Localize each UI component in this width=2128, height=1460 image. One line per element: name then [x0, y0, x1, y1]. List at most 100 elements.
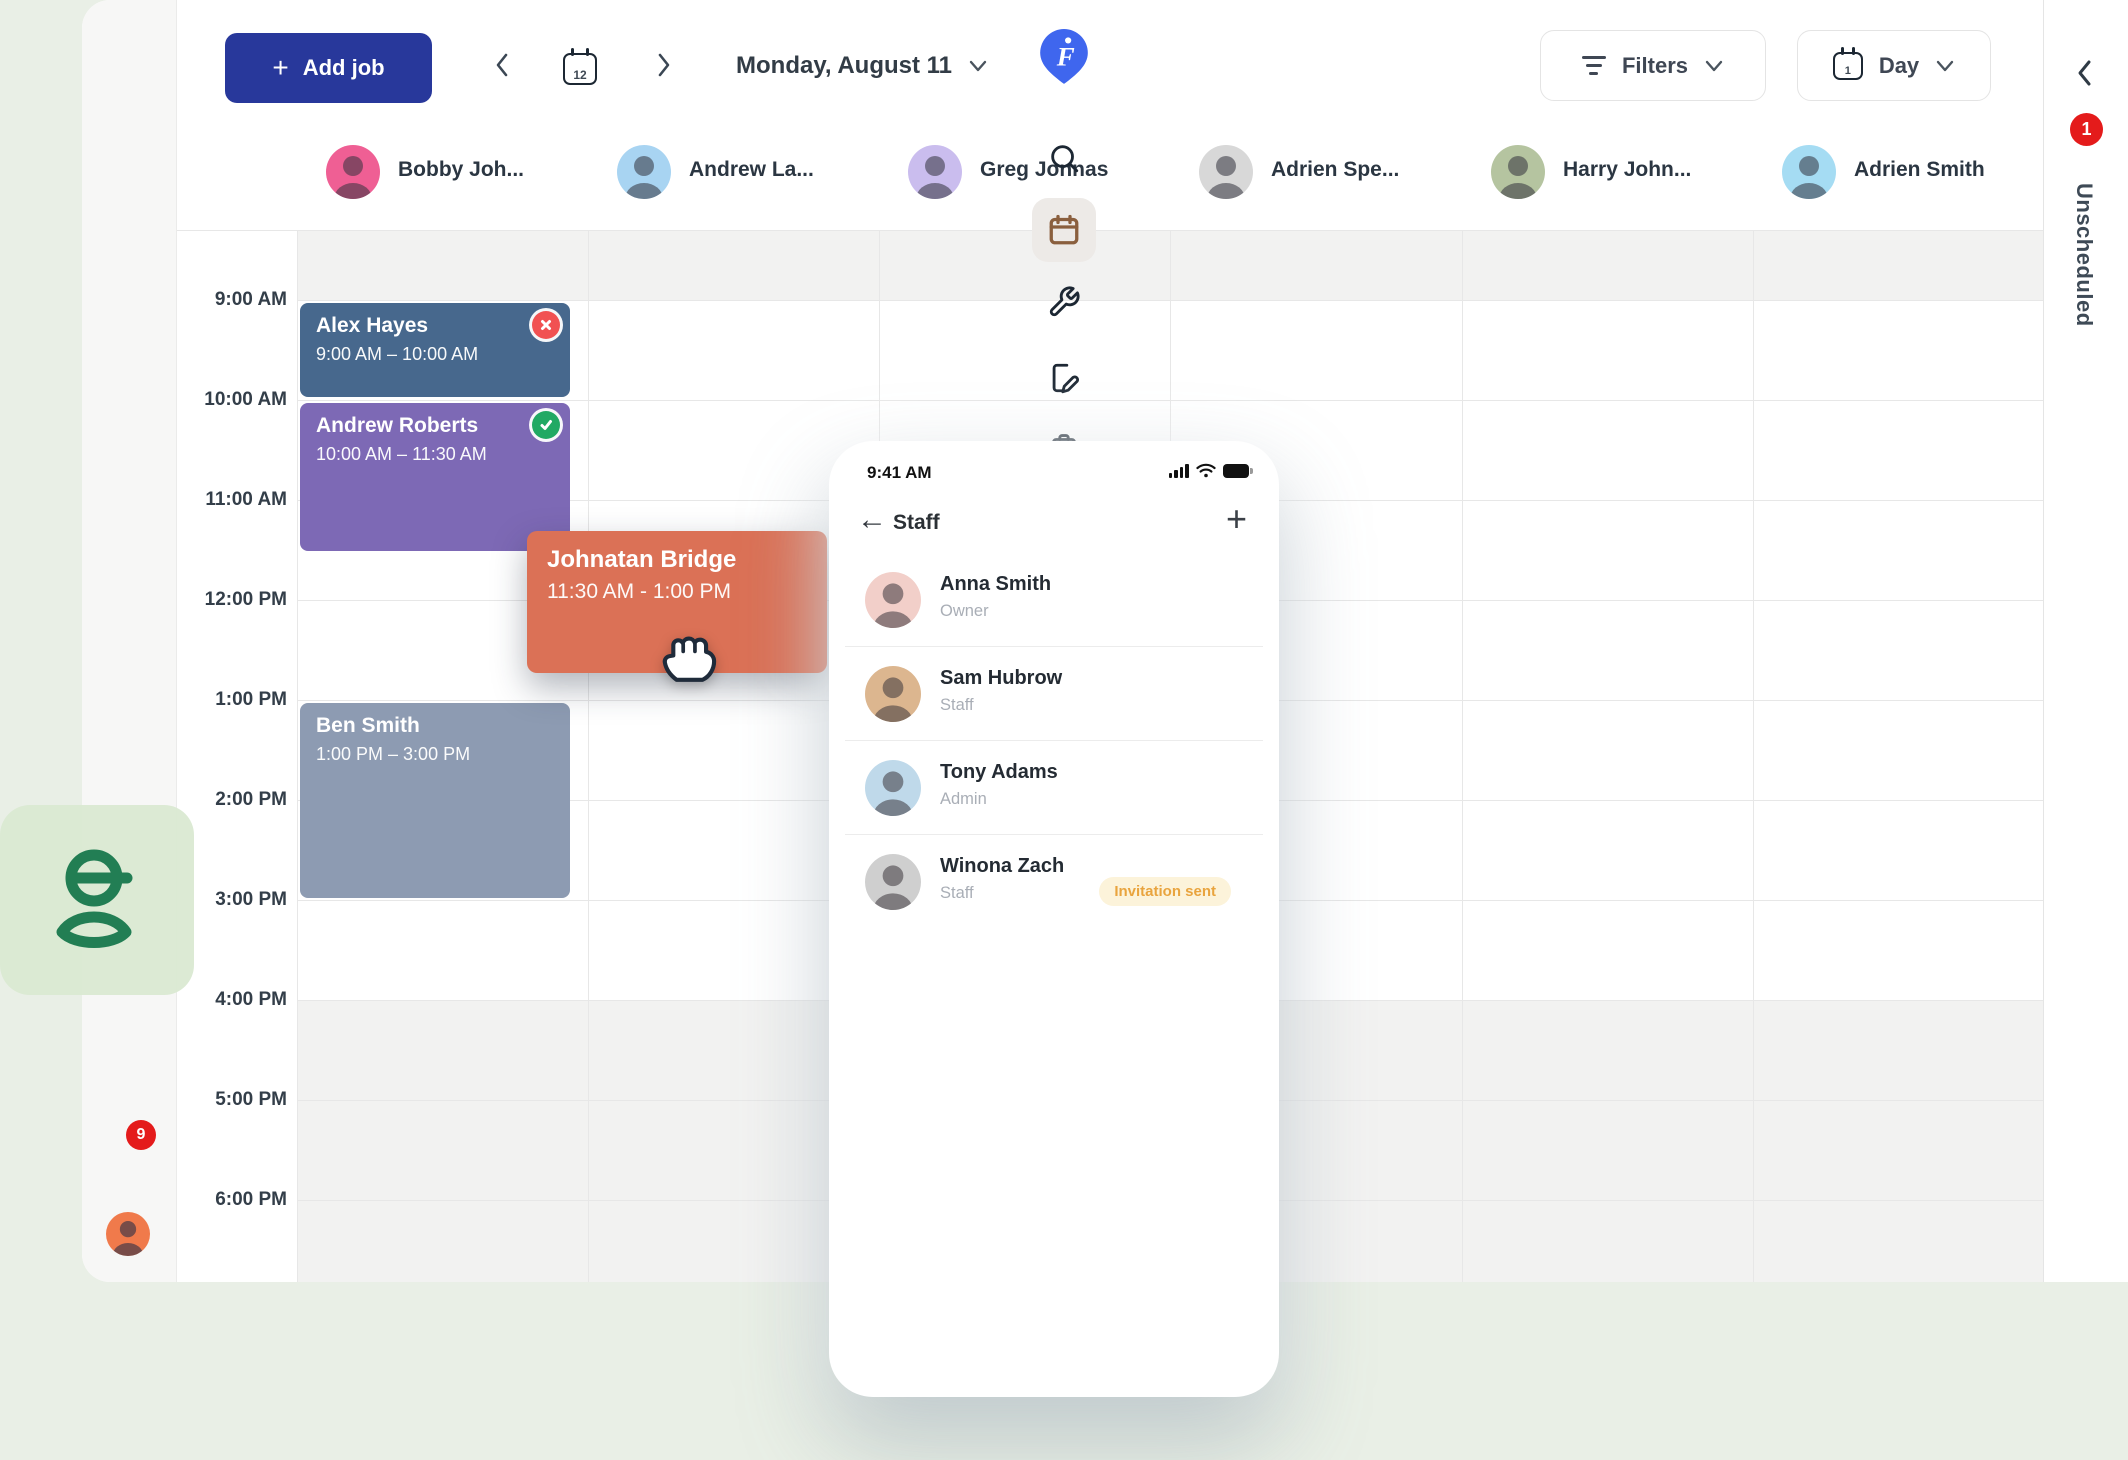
avatar	[865, 854, 921, 910]
battery-icon	[1223, 464, 1249, 478]
filters-button[interactable]: Filters	[1540, 30, 1766, 101]
staff-avatar[interactable]	[1199, 145, 1253, 199]
staff-avatar[interactable]	[1491, 145, 1545, 199]
add-job-label: Add job	[303, 55, 385, 81]
grid-line	[177, 230, 2043, 231]
back-arrow-icon[interactable]: ←	[857, 505, 887, 535]
time-label: 9:00 AM	[167, 289, 287, 311]
add-job-button[interactable]: + Add job	[225, 33, 432, 103]
staff-role: Admin	[940, 790, 987, 809]
staff-name: Sam Hubrow	[940, 667, 1062, 690]
time-label: 5:00 PM	[167, 1089, 287, 1111]
staff-column-name[interactable]: Greg Jonnas	[980, 158, 1108, 182]
phone-status-time: 9:41 AM	[867, 463, 932, 483]
staff-name: Anna Smith	[940, 573, 1051, 596]
phone-status-icons	[1169, 463, 1249, 478]
staff-column-name[interactable]: Adrien Smith	[1854, 158, 1985, 182]
sidebar-item-schedule[interactable]	[1032, 198, 1096, 262]
staff-list-item[interactable]: Anna Smith Owner	[845, 553, 1263, 647]
signal-icon	[1169, 464, 1189, 478]
time-label: 12:00 PM	[167, 589, 287, 611]
grab-cursor-icon	[656, 618, 724, 691]
calendar-picker-button[interactable]: 12	[563, 50, 597, 84]
staff-column-name[interactable]: Andrew La...	[689, 158, 814, 182]
event-time: 1:00 PM – 3:00 PM	[316, 744, 554, 765]
user-avatar[interactable]	[106, 1212, 150, 1256]
brand-watermark	[0, 805, 194, 995]
grid-line	[1753, 230, 1754, 1282]
grid-line	[1462, 230, 1463, 1282]
filters-label: Filters	[1622, 53, 1688, 79]
expand-panel-chevron-icon[interactable]	[2073, 58, 2095, 93]
grid-line	[297, 230, 298, 1282]
calendar-day-number: 12	[565, 68, 595, 82]
event-card[interactable]: Andrew Roberts 10:00 AM – 11:30 AM	[300, 403, 570, 551]
event-title: Ben Smith	[316, 713, 554, 739]
svg-text:F: F	[1056, 41, 1075, 71]
event-time: 11:30 AM - 1:00 PM	[547, 580, 807, 604]
staff-list-item[interactable]: Winona Zach Staff Invitation sent	[845, 835, 1263, 929]
staff-name: Tony Adams	[940, 761, 1058, 784]
phone-mockup: 9:41 AM ← Staff + Anna Smith Owner Sam H…	[829, 441, 1279, 1397]
grid-line	[588, 230, 589, 1282]
chevron-down-icon	[1935, 53, 1955, 79]
event-time: 9:00 AM – 10:00 AM	[316, 344, 554, 365]
time-label: 11:00 AM	[167, 489, 287, 511]
calendar-icon: 1	[1833, 52, 1863, 80]
add-staff-button[interactable]: +	[1226, 501, 1247, 537]
avatar	[865, 666, 921, 722]
time-label: 6:00 PM	[167, 1189, 287, 1211]
staff-role: Owner	[940, 602, 989, 621]
chevron-down-icon	[968, 52, 988, 80]
calendar-icon	[1046, 212, 1082, 248]
unscheduled-count-badge: 1	[2070, 113, 2103, 146]
date-selector[interactable]: Monday, August 11	[736, 52, 988, 80]
time-label: 4:00 PM	[167, 989, 287, 1011]
notification-badge: 9	[126, 1120, 156, 1150]
event-time: 10:00 AM – 11:30 AM	[316, 444, 554, 465]
plus-icon: +	[272, 54, 288, 82]
view-mode-button[interactable]: 1 Day	[1797, 30, 1991, 101]
staff-list-item[interactable]: Tony Adams Admin	[845, 741, 1263, 835]
event-title: Andrew Roberts	[316, 413, 554, 439]
event-title: Alex Hayes	[316, 313, 554, 339]
sidebar-item-services[interactable]	[1046, 284, 1082, 320]
avatar	[865, 760, 921, 816]
date-text: Monday, August 11	[736, 52, 952, 80]
event-card[interactable]: Alex Hayes 9:00 AM – 10:00 AM	[300, 303, 570, 397]
staff-role: Staff	[940, 696, 974, 715]
staff-column-name[interactable]: Bobby Joh...	[398, 158, 524, 182]
invitation-sent-badge: Invitation sent	[1099, 877, 1231, 906]
staff-avatar[interactable]	[326, 145, 380, 199]
avatar	[865, 572, 921, 628]
staff-list-item[interactable]: Sam Hubrow Staff	[845, 647, 1263, 741]
wifi-icon	[1196, 463, 1216, 478]
completed-icon[interactable]	[532, 411, 560, 439]
phone-screen-title: Staff	[893, 511, 940, 535]
staff-avatar[interactable]	[908, 145, 962, 199]
worker-icon	[42, 840, 152, 960]
staff-avatar[interactable]	[1782, 145, 1836, 199]
filter-icon	[1582, 56, 1606, 75]
app-logo[interactable]: F	[1036, 28, 1092, 86]
search-icon[interactable]	[1046, 140, 1082, 176]
staff-column-name[interactable]: Adrien Spe...	[1271, 158, 1399, 182]
unscheduled-panel-collapsed[interactable]: 1 Unscheduled	[2043, 0, 2128, 1282]
next-day-button[interactable]	[654, 50, 674, 80]
view-mode-label: Day	[1879, 53, 1919, 79]
sidebar	[82, 0, 177, 1282]
prev-day-button[interactable]	[492, 50, 512, 80]
time-label: 1:00 PM	[167, 689, 287, 711]
chevron-down-icon	[1704, 53, 1724, 79]
time-label: 10:00 AM	[167, 389, 287, 411]
event-card[interactable]: Ben Smith 1:00 PM – 3:00 PM	[300, 703, 570, 898]
staff-column-name[interactable]: Harry John...	[1563, 158, 1691, 182]
staff-avatar[interactable]	[617, 145, 671, 199]
unscheduled-label: Unscheduled	[2071, 183, 2097, 327]
cancelled-icon[interactable]	[532, 311, 560, 339]
staff-name: Winona Zach	[940, 855, 1064, 878]
event-title: Johnatan Bridge	[547, 545, 807, 575]
time-label: 2:00 PM	[167, 789, 287, 811]
sidebar-item-documents[interactable]	[1046, 360, 1082, 396]
staff-role: Staff	[940, 884, 974, 903]
